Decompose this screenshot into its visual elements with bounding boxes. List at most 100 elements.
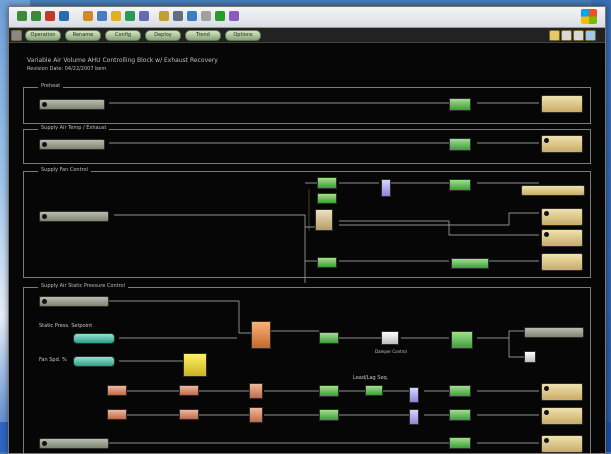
input-block[interactable]	[107, 409, 127, 420]
logic-block[interactable]	[317, 257, 337, 268]
panel-title: Supply Air Static Pressure Control	[38, 283, 128, 289]
panel-supply-temp: Supply Air Temp / Exhaust	[23, 125, 591, 164]
menu-config[interactable]: Config	[105, 30, 141, 41]
forward-icon[interactable]	[31, 11, 41, 21]
port-icon	[544, 232, 549, 237]
port-icon	[42, 214, 47, 219]
menu-options[interactable]: Options	[225, 30, 261, 41]
lock-icon[interactable]	[549, 30, 560, 41]
input-block[interactable]	[39, 296, 109, 307]
logic-block[interactable]	[449, 179, 471, 191]
logic-block[interactable]	[319, 385, 339, 397]
logic-canvas[interactable]: Variable Air Volume AHU Controlling Bloc…	[9, 43, 605, 454]
panel-fan-control: Supply Fan Control	[23, 167, 591, 278]
output-block[interactable]	[541, 383, 583, 401]
save-icon[interactable]	[561, 30, 572, 41]
panel-title: Supply Fan Control	[38, 167, 91, 173]
discuss-icon[interactable]	[201, 11, 211, 21]
port-icon	[42, 299, 47, 304]
input-block[interactable]	[39, 438, 109, 449]
browser-toolbar	[9, 7, 605, 28]
output-block[interactable]	[541, 229, 583, 247]
windows-logo-icon	[581, 9, 597, 24]
logic-block[interactable]	[249, 407, 263, 423]
compare-block[interactable]	[409, 387, 419, 403]
logic-block[interactable]	[179, 385, 199, 396]
port-icon	[42, 441, 47, 446]
logic-block[interactable]	[449, 98, 471, 111]
edit-icon[interactable]	[187, 11, 197, 21]
port-icon	[42, 142, 47, 147]
browser-window: Operation Rename Config Deploy Trend Opt…	[8, 6, 606, 454]
fan-spd-label: Fan Spd. %	[39, 357, 67, 363]
menu-deploy[interactable]: Deploy	[145, 30, 181, 41]
panel-title: Supply Air Temp / Exhaust	[38, 125, 110, 131]
input-block[interactable]	[39, 211, 109, 222]
output-block[interactable]	[541, 135, 583, 153]
logic-block[interactable]	[449, 437, 471, 449]
port-icon	[42, 102, 47, 107]
output-block[interactable]	[541, 208, 583, 226]
logic-block[interactable]	[319, 409, 339, 421]
logic-block[interactable]	[319, 332, 339, 344]
compare-block[interactable]	[409, 409, 419, 425]
menu-rename[interactable]: Rename	[65, 30, 101, 41]
back-icon[interactable]	[17, 11, 27, 21]
output-block[interactable]	[541, 435, 583, 453]
stop-icon[interactable]	[45, 11, 55, 21]
pid-block[interactable]	[251, 321, 271, 349]
app-menubar: Operation Rename Config Deploy Trend Opt…	[9, 28, 605, 43]
output-block[interactable]	[521, 185, 585, 196]
port-icon	[544, 410, 549, 415]
static-press-setpoint-label: Static Press. Setpoint	[39, 323, 93, 329]
logic-block[interactable]	[451, 258, 489, 269]
menu-trend[interactable]: Trend	[185, 30, 221, 41]
lead-lag-label: Lead/Lag Seq.	[353, 375, 389, 381]
research-icon[interactable]	[229, 11, 239, 21]
damper-control-label: Damper Control	[375, 349, 407, 354]
logic-block[interactable]	[317, 193, 337, 204]
port-icon	[544, 138, 549, 143]
compare-block[interactable]	[381, 179, 391, 197]
fan-speed-field[interactable]	[73, 356, 115, 367]
logic-block[interactable]	[317, 177, 337, 189]
messenger-icon[interactable]	[215, 11, 225, 21]
output-block[interactable]	[541, 253, 583, 271]
timer-block[interactable]	[183, 353, 207, 377]
history-icon[interactable]	[139, 11, 149, 21]
help-icon[interactable]	[585, 30, 596, 41]
output-block[interactable]	[524, 327, 584, 338]
panel-title: Preheat	[38, 83, 64, 89]
mail-icon[interactable]	[159, 11, 169, 21]
logic-block[interactable]	[365, 385, 383, 396]
panel-preheat: Preheat	[23, 83, 591, 124]
input-block[interactable]	[107, 385, 127, 396]
logic-block[interactable]	[179, 409, 199, 420]
input-block[interactable]	[39, 139, 105, 150]
input-block[interactable]	[39, 99, 105, 110]
panel-static-pressure: Supply Air Static Pressure Control	[23, 283, 591, 454]
search-icon[interactable]	[97, 11, 107, 21]
switch-block[interactable]	[381, 331, 399, 345]
logic-block[interactable]	[451, 331, 473, 349]
port-icon	[544, 211, 549, 216]
print-icon[interactable]	[173, 11, 183, 21]
app-menu-icon[interactable]	[11, 30, 22, 41]
indicator-block[interactable]	[524, 351, 536, 363]
logic-block[interactable]	[449, 409, 471, 421]
port-icon	[544, 438, 549, 443]
output-block[interactable]	[541, 407, 583, 425]
print-icon[interactable]	[573, 30, 584, 41]
refresh-icon[interactable]	[59, 11, 69, 21]
logic-block[interactable]	[449, 138, 471, 151]
logic-block[interactable]	[249, 383, 263, 399]
menu-operation[interactable]: Operation	[25, 30, 61, 41]
output-block[interactable]	[541, 95, 583, 113]
function-block[interactable]	[315, 209, 333, 231]
logic-block[interactable]	[449, 385, 471, 397]
port-icon	[544, 386, 549, 391]
setpoint-field[interactable]	[73, 333, 115, 344]
home-icon[interactable]	[83, 11, 93, 21]
media-icon[interactable]	[125, 11, 135, 21]
favorites-icon[interactable]	[111, 11, 121, 21]
